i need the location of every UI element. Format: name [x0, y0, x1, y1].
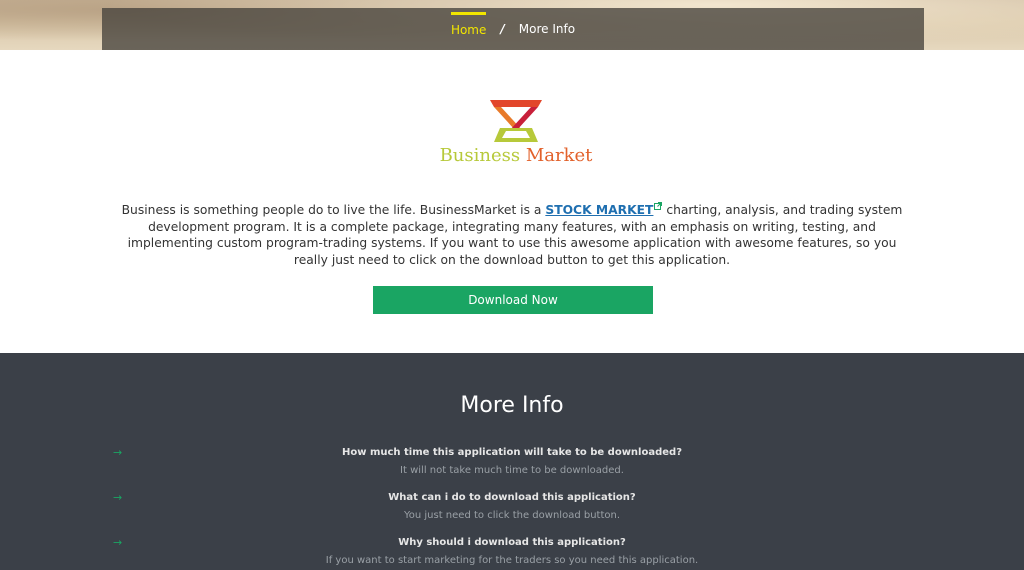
faq-answer: You just need to click the download butt… [403, 510, 621, 521]
more-info-section: More Info → How much time this applicati… [0, 353, 1024, 570]
description-text-start: Business is something people do to live … [121, 203, 546, 217]
stock-market-link[interactable]: STOCK MARKET [545, 203, 653, 217]
main-content: Business Market Business is something pe… [0, 50, 1024, 353]
arrow-right-icon: → [113, 491, 123, 504]
hero-banner: Home / More Info [0, 0, 1024, 50]
description-paragraph: Business is something people do to live … [112, 202, 912, 268]
faq-question: How much time this application will take… [341, 447, 682, 458]
faq-item: → Why should i download this application… [0, 536, 1024, 568]
logo-word-business: Business [439, 145, 521, 166]
faq-item: → How much time this application will ta… [0, 446, 1024, 478]
faq-answer: It will not take much time to be downloa… [400, 465, 624, 476]
arrow-right-icon: → [113, 446, 123, 459]
faq-item: → What can i do to download this applica… [0, 491, 1024, 523]
arrow-right-icon: → [113, 536, 123, 549]
faq-answer: If you want to start marketing for the t… [325, 555, 699, 566]
business-market-logo: Business Market [436, 98, 596, 168]
breadcrumb: Home / More Info [102, 8, 924, 50]
logo-mark-icon [490, 100, 542, 142]
more-info-title: More Info [460, 393, 564, 418]
faq-question: Why should i download this application? [398, 537, 626, 548]
logo-word-market: Market [525, 145, 593, 166]
breadcrumb-separator: / [500, 22, 505, 36]
download-now-button[interactable]: Download Now [373, 286, 653, 314]
logo-wordmark: Business Market [436, 145, 596, 166]
faq-question: What can i do to download this applicati… [388, 492, 636, 503]
breadcrumb-current: More Info [518, 22, 576, 36]
breadcrumb-home-link[interactable]: Home [450, 12, 487, 37]
